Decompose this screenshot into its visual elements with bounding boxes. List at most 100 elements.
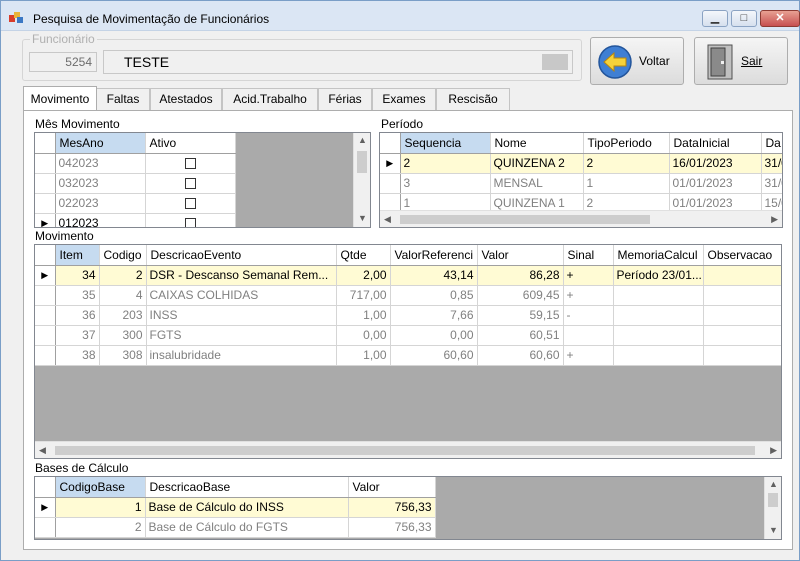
table-row[interactable]: 2 Base de Cálculo do FGTS 756,33 [35, 517, 436, 538]
movimento-memoria-cell[interactable] [613, 345, 704, 366]
table-row[interactable]: ▶ 012023 [35, 213, 236, 227]
col-header-valorreferencia[interactable]: ValorReferenci [390, 245, 478, 266]
bases-calculo-grid[interactable]: CodigoBase DescricaoBase Valor ▶ 1 Base de… [34, 476, 782, 540]
bases-codigo-cell[interactable]: 2 [55, 517, 146, 538]
col-header-descricaobase[interactable]: DescricaoBase [145, 477, 349, 498]
ativo-cell[interactable] [145, 193, 236, 214]
table-row[interactable]: ▶ 1 Base de Cálculo do INSS 756,33 [35, 497, 436, 518]
table-row[interactable]: 38 308 insalubridade 1,00 60,60 60,60 + [35, 345, 781, 366]
tab-atestados[interactable]: Atestados [150, 88, 222, 110]
periodo-nome-cell[interactable]: QUINZENA 2 [490, 153, 584, 174]
table-row[interactable]: 022023 [35, 193, 236, 214]
col-header-nome[interactable]: Nome [490, 133, 584, 154]
movimento-hscroll[interactable]: ◀ ▶ [35, 441, 781, 458]
periodo-fim-cell[interactable]: 31/0 [761, 173, 782, 194]
bases-calculo-vscroll[interactable]: ▲ ▼ [764, 477, 781, 539]
movimento-item-cell[interactable]: 38 [55, 345, 100, 366]
col-header-valor[interactable]: Valor [477, 245, 564, 266]
ativo-checkbox[interactable] [184, 218, 196, 227]
row-header[interactable] [35, 345, 56, 366]
periodo-tipo-cell[interactable]: 1 [583, 173, 670, 194]
table-row[interactable]: 35 4 CAIXAS COLHIDAS 717,00 0,85 609,45 + [35, 285, 781, 306]
row-header[interactable] [35, 153, 56, 174]
col-header-datafinal[interactable]: Da [761, 133, 782, 154]
movimento-obs-cell[interactable] [703, 325, 781, 346]
movimento-codigo-cell[interactable]: 4 [99, 285, 147, 306]
table-row[interactable]: ▶ 34 2 DSR - Descanso Semanal Rem... 2,00 43,… [35, 265, 781, 286]
movimento-ref-cell[interactable]: 0,85 [390, 285, 478, 306]
periodo-nome-cell[interactable]: MENSAL [490, 173, 584, 194]
periodo-tipo-cell[interactable]: 2 [583, 153, 670, 174]
sair-button[interactable]: Sair [694, 37, 788, 85]
mesano-cell[interactable]: 022023 [55, 193, 146, 214]
movimento-desc-cell[interactable]: insalubridade [146, 345, 337, 366]
bases-valor-cell[interactable]: 756,33 [348, 497, 436, 518]
movimento-item-cell[interactable]: 34 [55, 265, 100, 286]
periodo-inicio-cell[interactable]: 01/01/2023 [669, 173, 762, 194]
table-row[interactable]: 032023 [35, 173, 236, 194]
table-row[interactable]: 3MENSAL101/01/202331/0 [380, 173, 782, 194]
scroll-up-icon[interactable]: ▲ [358, 135, 367, 145]
mes-movimento-vscroll[interactable]: ▲ ▼ [353, 133, 370, 227]
movimento-obs-cell[interactable] [703, 285, 781, 306]
movimento-qtde-cell[interactable]: 1,00 [336, 305, 391, 326]
current-row-indicator-icon[interactable]: ▶ [35, 213, 56, 227]
movimento-desc-cell[interactable]: CAIXAS COLHIDAS [146, 285, 337, 306]
movimento-codigo-cell[interactable]: 308 [99, 345, 147, 366]
movimento-valor-cell[interactable]: 59,15 [477, 305, 564, 326]
col-header-tipoperiodo[interactable]: TipoPeriodo [583, 133, 670, 154]
bases-desc-cell[interactable]: Base de Cálculo do INSS [145, 497, 349, 518]
col-header-qtde[interactable]: Qtde [336, 245, 391, 266]
movimento-item-cell[interactable]: 37 [55, 325, 100, 346]
movimento-ref-cell[interactable]: 0,00 [390, 325, 478, 346]
movimento-sinal-cell[interactable] [563, 325, 614, 346]
movimento-sinal-cell[interactable]: + [563, 345, 614, 366]
funcionario-name-field[interactable]: TESTE [103, 50, 573, 74]
tab-faltas[interactable]: Faltas [96, 88, 150, 110]
table-row[interactable]: ▶2QUINZENA 2216/01/202331/0 [380, 153, 782, 174]
scroll-right-icon[interactable]: ▶ [770, 445, 777, 456]
ativo-checkbox[interactable] [184, 158, 196, 170]
scroll-thumb[interactable] [768, 493, 778, 507]
periodo-fim-cell[interactable]: 31/0 [761, 153, 782, 174]
row-header[interactable] [35, 173, 56, 194]
movimento-valor-cell[interactable]: 609,45 [477, 285, 564, 306]
movimento-obs-cell[interactable] [703, 305, 781, 326]
movimento-qtde-cell[interactable]: 717,00 [336, 285, 391, 306]
periodo-grid[interactable]: Sequencia Nome TipoPeriodo DataInicial D… [379, 132, 783, 228]
movimento-desc-cell[interactable]: INSS [146, 305, 337, 326]
table-row[interactable]: 042023 [35, 153, 236, 174]
col-header-codigo[interactable]: Codigo [99, 245, 147, 266]
col-header-observacao[interactable]: Observacao [703, 245, 781, 266]
movimento-item-cell[interactable]: 35 [55, 285, 100, 306]
scroll-right-icon[interactable]: ▶ [771, 214, 778, 225]
movimento-ref-cell[interactable]: 7,66 [390, 305, 478, 326]
movimento-desc-cell[interactable]: FGTS [146, 325, 337, 346]
movimento-valor-cell[interactable]: 86,28 [477, 265, 564, 286]
current-row-indicator-icon[interactable]: ▶ [35, 265, 56, 286]
col-header-datainicial[interactable]: DataInicial [669, 133, 762, 154]
ativo-cell[interactable] [145, 173, 236, 194]
tab-rescisao[interactable]: Rescisão [436, 88, 510, 110]
scroll-thumb[interactable] [357, 151, 367, 173]
col-header-ativo[interactable]: Ativo [145, 133, 236, 154]
table-row[interactable]: 37 300 FGTS 0,00 0,00 60,51 [35, 325, 781, 346]
scroll-thumb[interactable] [400, 215, 650, 224]
movimento-ref-cell[interactable]: 60,60 [390, 345, 478, 366]
movimento-codigo-cell[interactable]: 300 [99, 325, 147, 346]
movimento-grid[interactable]: Item Codigo DescricaoEvento Qtde ValorRe… [34, 244, 782, 459]
movimento-item-cell[interactable]: 36 [55, 305, 100, 326]
tab-exames[interactable]: Exames [372, 88, 436, 110]
voltar-button[interactable]: Voltar [590, 37, 684, 85]
scroll-down-icon[interactable]: ▼ [769, 525, 778, 535]
col-header-item[interactable]: Item [55, 245, 100, 266]
movimento-qtde-cell[interactable]: 2,00 [336, 265, 391, 286]
row-header[interactable] [35, 193, 56, 214]
col-header-codigobase[interactable]: CodigoBase [55, 477, 146, 498]
col-header-sequencia[interactable]: Sequencia [400, 133, 491, 154]
movimento-obs-cell[interactable] [703, 345, 781, 366]
title-bar[interactable]: Pesquisa de Movimentação de Funcionários… [1, 1, 800, 31]
tab-acid-trabalho[interactable]: Acid.Trabalho [222, 88, 318, 110]
mesano-cell[interactable]: 012023 [55, 213, 146, 227]
ativo-checkbox[interactable] [184, 178, 196, 190]
